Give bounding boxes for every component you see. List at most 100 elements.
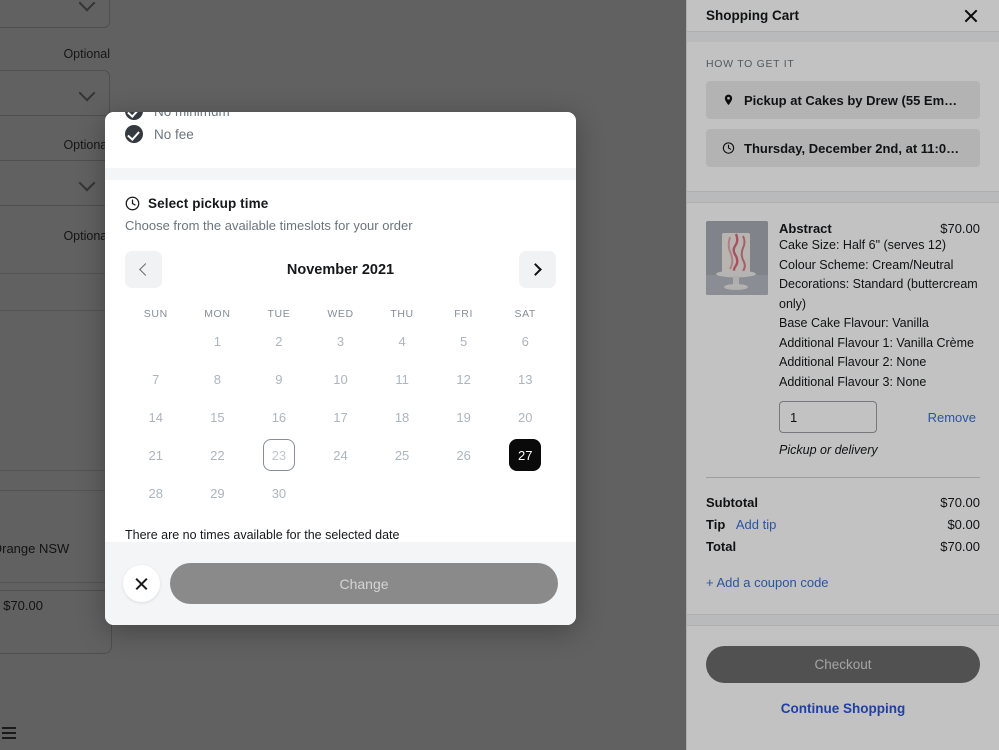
calendar-day[interactable]: 15 <box>187 398 249 436</box>
cart-close-button[interactable] <box>962 7 980 25</box>
cart-item-attributes: Cake Size: Half 6" (serves 12) Colour Sch… <box>779 236 980 392</box>
change-button[interactable]: Change <box>170 563 558 605</box>
calendar-weekday-label: SUN <box>143 308 168 321</box>
calendar-day-number: 13 <box>517 371 533 387</box>
calendar-day-number: 23 <box>262 439 295 472</box>
calendar-day-number: 3 <box>336 333 345 349</box>
quantity-input[interactable] <box>779 401 877 433</box>
calendar-day-number: 27 <box>509 439 542 472</box>
calendar-day-number: 28 <box>148 485 164 501</box>
calendar-day[interactable]: 24 <box>310 436 372 474</box>
calendar-day[interactable]: 18 <box>371 398 433 436</box>
cart-item-details: Abstract $70.00 Cake Size: Half 6" (serv… <box>779 221 980 457</box>
subtotal-label: Subtotal <box>706 495 758 510</box>
calendar-day[interactable]: 29 <box>187 474 249 512</box>
abstract-cake-thumbnail <box>706 221 768 295</box>
total-value: $70.00 <box>940 539 980 554</box>
calendar-day[interactable]: 16 <box>248 398 310 436</box>
calendar-weekday-label: THU <box>390 308 414 321</box>
calendar-day[interactable]: 30 <box>248 474 310 512</box>
remove-item-link[interactable]: Remove <box>928 410 976 425</box>
modal-section-divider <box>105 168 576 181</box>
option-row-no-minimum: No minimum <box>125 112 230 120</box>
pickup-time-button[interactable]: Thursday, December 2nd, at 11:00 … <box>706 129 980 167</box>
calendar-day-number: 5 <box>460 333 468 349</box>
calendar-day[interactable]: 22 <box>187 436 249 474</box>
chevron-left-icon <box>138 263 152 276</box>
calendar-day[interactable]: 20 <box>494 398 556 436</box>
calendar-day-number: 6 <box>521 333 529 349</box>
calendar-day[interactable]: 26 <box>433 436 495 474</box>
calendar-day[interactable]: 10 <box>310 360 372 398</box>
calendar-day[interactable]: 6 <box>494 322 556 360</box>
calendar-day-number: 15 <box>210 409 225 425</box>
how-to-get-it-section: HOW TO GET IT Pickup at Cakes by Drew (5… <box>687 42 999 177</box>
calendar-day[interactable]: 5 <box>433 322 495 360</box>
calendar-weekday-label: FRI <box>454 308 473 321</box>
calendar-day[interactable]: 13 <box>494 360 556 398</box>
calendar-day-number: 1 <box>213 333 221 349</box>
calendar-day[interactable]: 2 <box>248 322 310 360</box>
section-title: Select pickup time <box>148 196 269 212</box>
option-label: No fee <box>154 126 194 142</box>
location-pin-icon <box>724 94 733 106</box>
calendar-day[interactable]: 21 <box>125 436 187 474</box>
tip-value: $0.00 <box>947 517 980 532</box>
pickup-location-text: Pickup at Cakes by Drew (55 Emm… <box>744 92 964 108</box>
cart-item-quantity-row: Remove <box>779 401 980 433</box>
cart-item-attribute: Additional Flavour 2: None <box>779 355 927 369</box>
cart-item-attribute: Decorations: Standard (buttercream only) <box>779 277 978 311</box>
calendar-day[interactable]: 4 <box>371 322 433 360</box>
calendar-day[interactable]: 14 <box>125 398 187 436</box>
calendar-day-number: 29 <box>210 485 225 501</box>
add-tip-link[interactable]: Add tip <box>736 517 776 532</box>
continue-shopping-link[interactable]: Continue Shopping <box>706 701 980 716</box>
calendar-day[interactable]: 8 <box>187 360 249 398</box>
calendar-day[interactable]: 9 <box>248 360 310 398</box>
calendar-day-number: 20 <box>517 409 533 425</box>
no-times-message: There are no times available for the sel… <box>125 528 400 543</box>
calendar-day[interactable]: 28 <box>125 474 187 512</box>
add-coupon-link[interactable]: + Add a coupon code <box>706 575 829 590</box>
cart-totals: Subtotal $70.00 Tip Add tip $0.00 Total … <box>687 478 999 592</box>
subtotal-row: Subtotal $70.00 <box>706 495 980 510</box>
cart-footer: Checkout Continue Shopping <box>687 626 999 716</box>
clock-icon <box>125 196 140 211</box>
how-to-get-it-label: HOW TO GET IT <box>706 58 795 70</box>
calendar-day-number: 12 <box>456 371 471 387</box>
cart-item-attribute: Cake Size: Half 6" (serves 12) <box>779 238 946 252</box>
calendar-day[interactable]: 27 <box>494 436 556 474</box>
option-row-no-fee: No fee <box>125 125 194 143</box>
calendar-day[interactable]: 25 <box>371 436 433 474</box>
checkout-button[interactable]: Checkout <box>706 646 980 683</box>
calendar-day[interactable]: 19 <box>433 398 495 436</box>
calendar-header: November 2021 <box>125 251 556 289</box>
calendar-day[interactable]: 1 <box>187 322 249 360</box>
select-pickup-time-header: Select pickup time <box>125 196 556 211</box>
calendar-month-title: November 2021 <box>286 261 395 278</box>
calendar-day-empty <box>125 322 187 360</box>
calendar-next-month-button[interactable] <box>518 251 556 289</box>
calendar-day[interactable]: 7 <box>125 360 187 398</box>
calendar-day[interactable]: 11 <box>371 360 433 398</box>
calendar-day[interactable]: 12 <box>433 360 495 398</box>
pickup-location-button[interactable]: Pickup at Cakes by Drew (55 Emm… <box>706 81 980 119</box>
calendar-prev-month-button[interactable] <box>125 251 162 289</box>
calendar-day-number: 9 <box>275 371 283 387</box>
calendar-day-number: 10 <box>333 371 348 387</box>
calendar-day[interactable]: 23 <box>248 436 310 474</box>
modal-footer: Change <box>105 542 576 625</box>
calendar-day[interactable]: 17 <box>310 398 372 436</box>
cart-item-price: $70.00 <box>940 221 980 236</box>
modal-close-button[interactable] <box>123 565 160 603</box>
calendar-day-number: 2 <box>275 333 283 349</box>
cart-item-name: Abstract <box>779 221 832 236</box>
calendar-grid: SUN MON TUE WED THU FRI SAT 1 2 3 4 5 6 7 8 9 10 11 12 13 14… <box>125 302 556 512</box>
calendar-day-number: 4 <box>398 333 406 349</box>
calendar-day-number: 19 <box>456 409 471 425</box>
calendar-day[interactable]: 3 <box>310 322 372 360</box>
tip-label: Tip <box>706 517 726 532</box>
modal-body: Select pickup time Choose from the avail… <box>105 180 576 543</box>
calendar-day-number: 11 <box>395 371 409 387</box>
calendar-day-number: 8 <box>213 371 221 387</box>
